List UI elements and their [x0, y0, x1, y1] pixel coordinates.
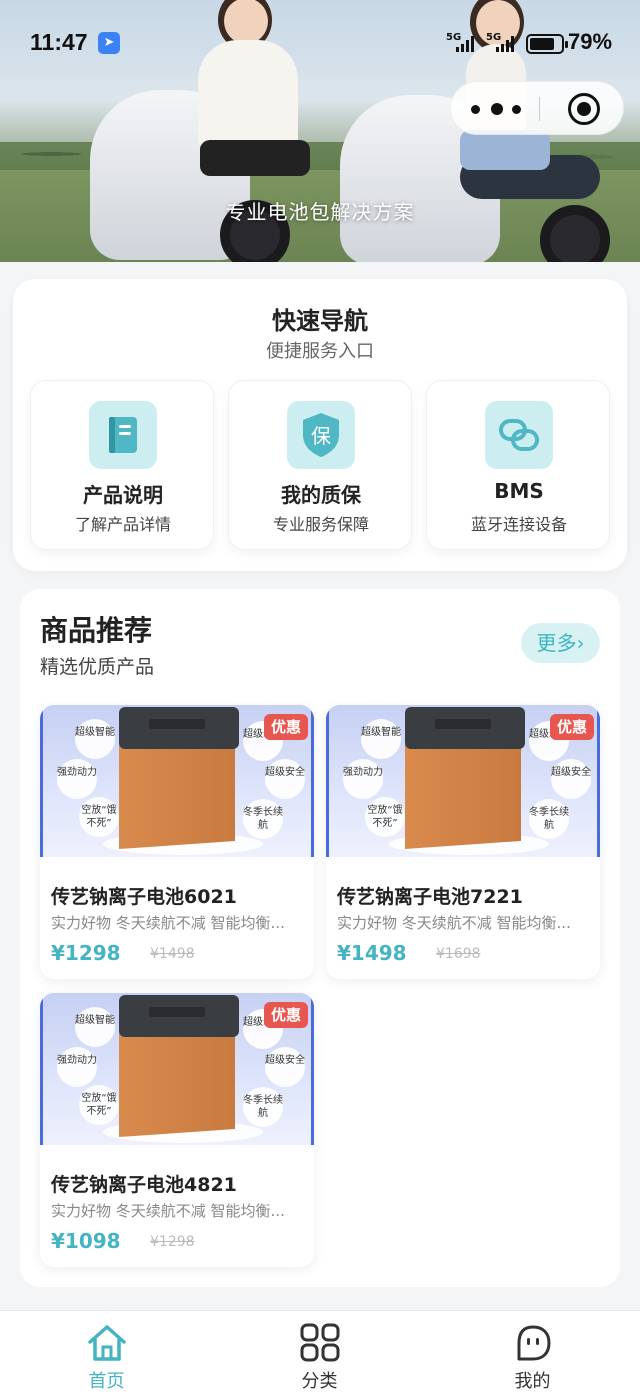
more-options-icon[interactable] [451, 82, 539, 136]
close-miniprogram-icon[interactable] [568, 93, 600, 125]
product-card[interactable]: 超级智能 强劲动力 空放“饿不死” 超级寿命 超级安全 冬季长续航 优惠 传艺钠… [40, 705, 314, 979]
feature-tag: 超级智能 [361, 719, 401, 759]
signal-icon-2: 5G [486, 32, 514, 54]
recommend-subtitle: 精选优质产品 [40, 656, 155, 678]
nav-item-desc: 蓝牙连接设备 [470, 515, 567, 534]
quick-nav-title: 快速导航 [272, 307, 368, 335]
product-desc: 实力好物 冬天续航不减 智能均衡... [337, 914, 571, 932]
miniprogram-capsule [450, 81, 624, 135]
tab-bar: 首页 分类 我的 [0, 1310, 640, 1400]
signal-icon-1: 5G [446, 32, 474, 54]
feature-tag: 冬季长续航 [243, 799, 283, 839]
hero-caption: 专业电池包解决方案 [225, 200, 415, 224]
capsule-divider [539, 97, 540, 121]
product-original-price: ¥1298 [150, 1234, 195, 1250]
nav-item-label: 我的质保 [281, 483, 361, 507]
tab-label: 分类 [301, 1371, 338, 1392]
nav-item-product-info[interactable]: 产品说明 了解产品详情 [30, 380, 214, 550]
grid-icon [300, 1323, 340, 1362]
product-name: 传艺钠离子电池4821 [51, 1174, 237, 1196]
recommend-card: 商品推荐 精选优质产品 更多› 超级智能 强劲动力 空放“饿不死” 超级寿命 超… [20, 589, 620, 1287]
feature-tag: 超级智能 [75, 719, 115, 759]
battery-percent: 79% [568, 29, 613, 54]
product-card[interactable]: 超级智能 强劲动力 空放“饿不死” 超级寿命 超级安全 冬季长续航 优惠 传艺钠… [40, 993, 314, 1267]
nav-item-bms[interactable]: BMS 蓝牙连接设备 [426, 380, 610, 550]
product-desc: 实力好物 冬天续航不减 智能均衡... [51, 914, 285, 932]
product-price: ¥1498 [337, 941, 407, 965]
product-image: 超级智能 强劲动力 空放“饿不死” 超级寿命 超级安全 冬季长续航 优惠 [40, 705, 314, 857]
product-price: ¥1298 [51, 941, 121, 965]
tab-category[interactable]: 分类 [213, 1311, 426, 1400]
quick-nav-subtitle: 便捷服务入口 [266, 341, 374, 362]
tab-label: 我的 [514, 1371, 551, 1392]
feature-tag: 强劲动力 [57, 759, 97, 799]
quick-nav-card: 快速导航 便捷服务入口 产品说明 了解产品详情 保 我的质保 专业服务保障 BM… [13, 279, 627, 571]
product-original-price: ¥1498 [150, 946, 195, 962]
feature-tag: 超级智能 [75, 1007, 115, 1047]
product-name: 传艺钠离子电池6021 [51, 886, 237, 908]
nav-item-desc: 专业服务保障 [272, 515, 369, 534]
tab-home[interactable]: 首页 [0, 1311, 213, 1400]
discount-badge: 优惠 [550, 714, 594, 740]
feature-tag: 强劲动力 [57, 1047, 97, 1087]
feature-tag: 空放“饿不死” [79, 797, 119, 837]
tab-label: 首页 [88, 1371, 125, 1392]
feature-tag: 超级安全 [265, 1047, 305, 1087]
product-image: 超级智能 强劲动力 空放“饿不死” 超级寿命 超级安全 冬季长续航 优惠 [40, 993, 314, 1145]
battery-icon [526, 34, 568, 54]
shield-icon: 保 [287, 401, 355, 469]
home-icon [88, 1325, 126, 1361]
shield-icon-text: 保 [311, 424, 331, 448]
feature-tag: 强劲动力 [343, 759, 383, 799]
location-icon: ➤ [98, 32, 120, 54]
recommend-title: 商品推荐 [40, 614, 153, 647]
discount-badge: 优惠 [264, 1002, 308, 1028]
product-image: 超级智能 强劲动力 空放“饿不死” 超级寿命 超级安全 冬季长续航 优惠 [326, 705, 600, 857]
profile-icon [517, 1325, 551, 1361]
status-time: 11:47 [30, 29, 88, 55]
feature-tag: 超级安全 [551, 759, 591, 799]
feature-tag: 冬季长续航 [243, 1087, 283, 1127]
product-card[interactable]: 超级智能 强劲动力 空放“饿不死” 超级寿命 超级安全 冬季长续航 优惠 传艺钠… [326, 705, 600, 979]
nav-item-desc: 了解产品详情 [74, 515, 171, 534]
feature-tag: 超级安全 [265, 759, 305, 799]
nav-item-warranty[interactable]: 保 我的质保 专业服务保障 [228, 380, 412, 550]
tab-profile[interactable]: 我的 [426, 1311, 639, 1400]
nav-item-label: BMS [494, 479, 544, 503]
link-icon [485, 401, 553, 469]
product-desc: 实力好物 冬天续航不减 智能均衡... [51, 1202, 285, 1220]
more-button-label: 更多 [536, 631, 577, 655]
chevron-right-icon: › [576, 631, 585, 655]
book-icon [89, 401, 157, 469]
product-price: ¥1098 [51, 1229, 121, 1253]
more-button[interactable]: 更多› [521, 623, 600, 663]
discount-badge: 优惠 [264, 714, 308, 740]
feature-tag: 空放“饿不死” [79, 1085, 119, 1125]
feature-tag: 空放“饿不死” [365, 797, 405, 837]
product-name: 传艺钠离子电池7221 [337, 886, 523, 908]
status-bar: 11:47 ➤ 5G 5G 79% [0, 26, 640, 62]
nav-item-label: 产品说明 [83, 483, 163, 507]
product-original-price: ¥1698 [436, 946, 481, 962]
feature-tag: 冬季长续航 [529, 799, 569, 839]
